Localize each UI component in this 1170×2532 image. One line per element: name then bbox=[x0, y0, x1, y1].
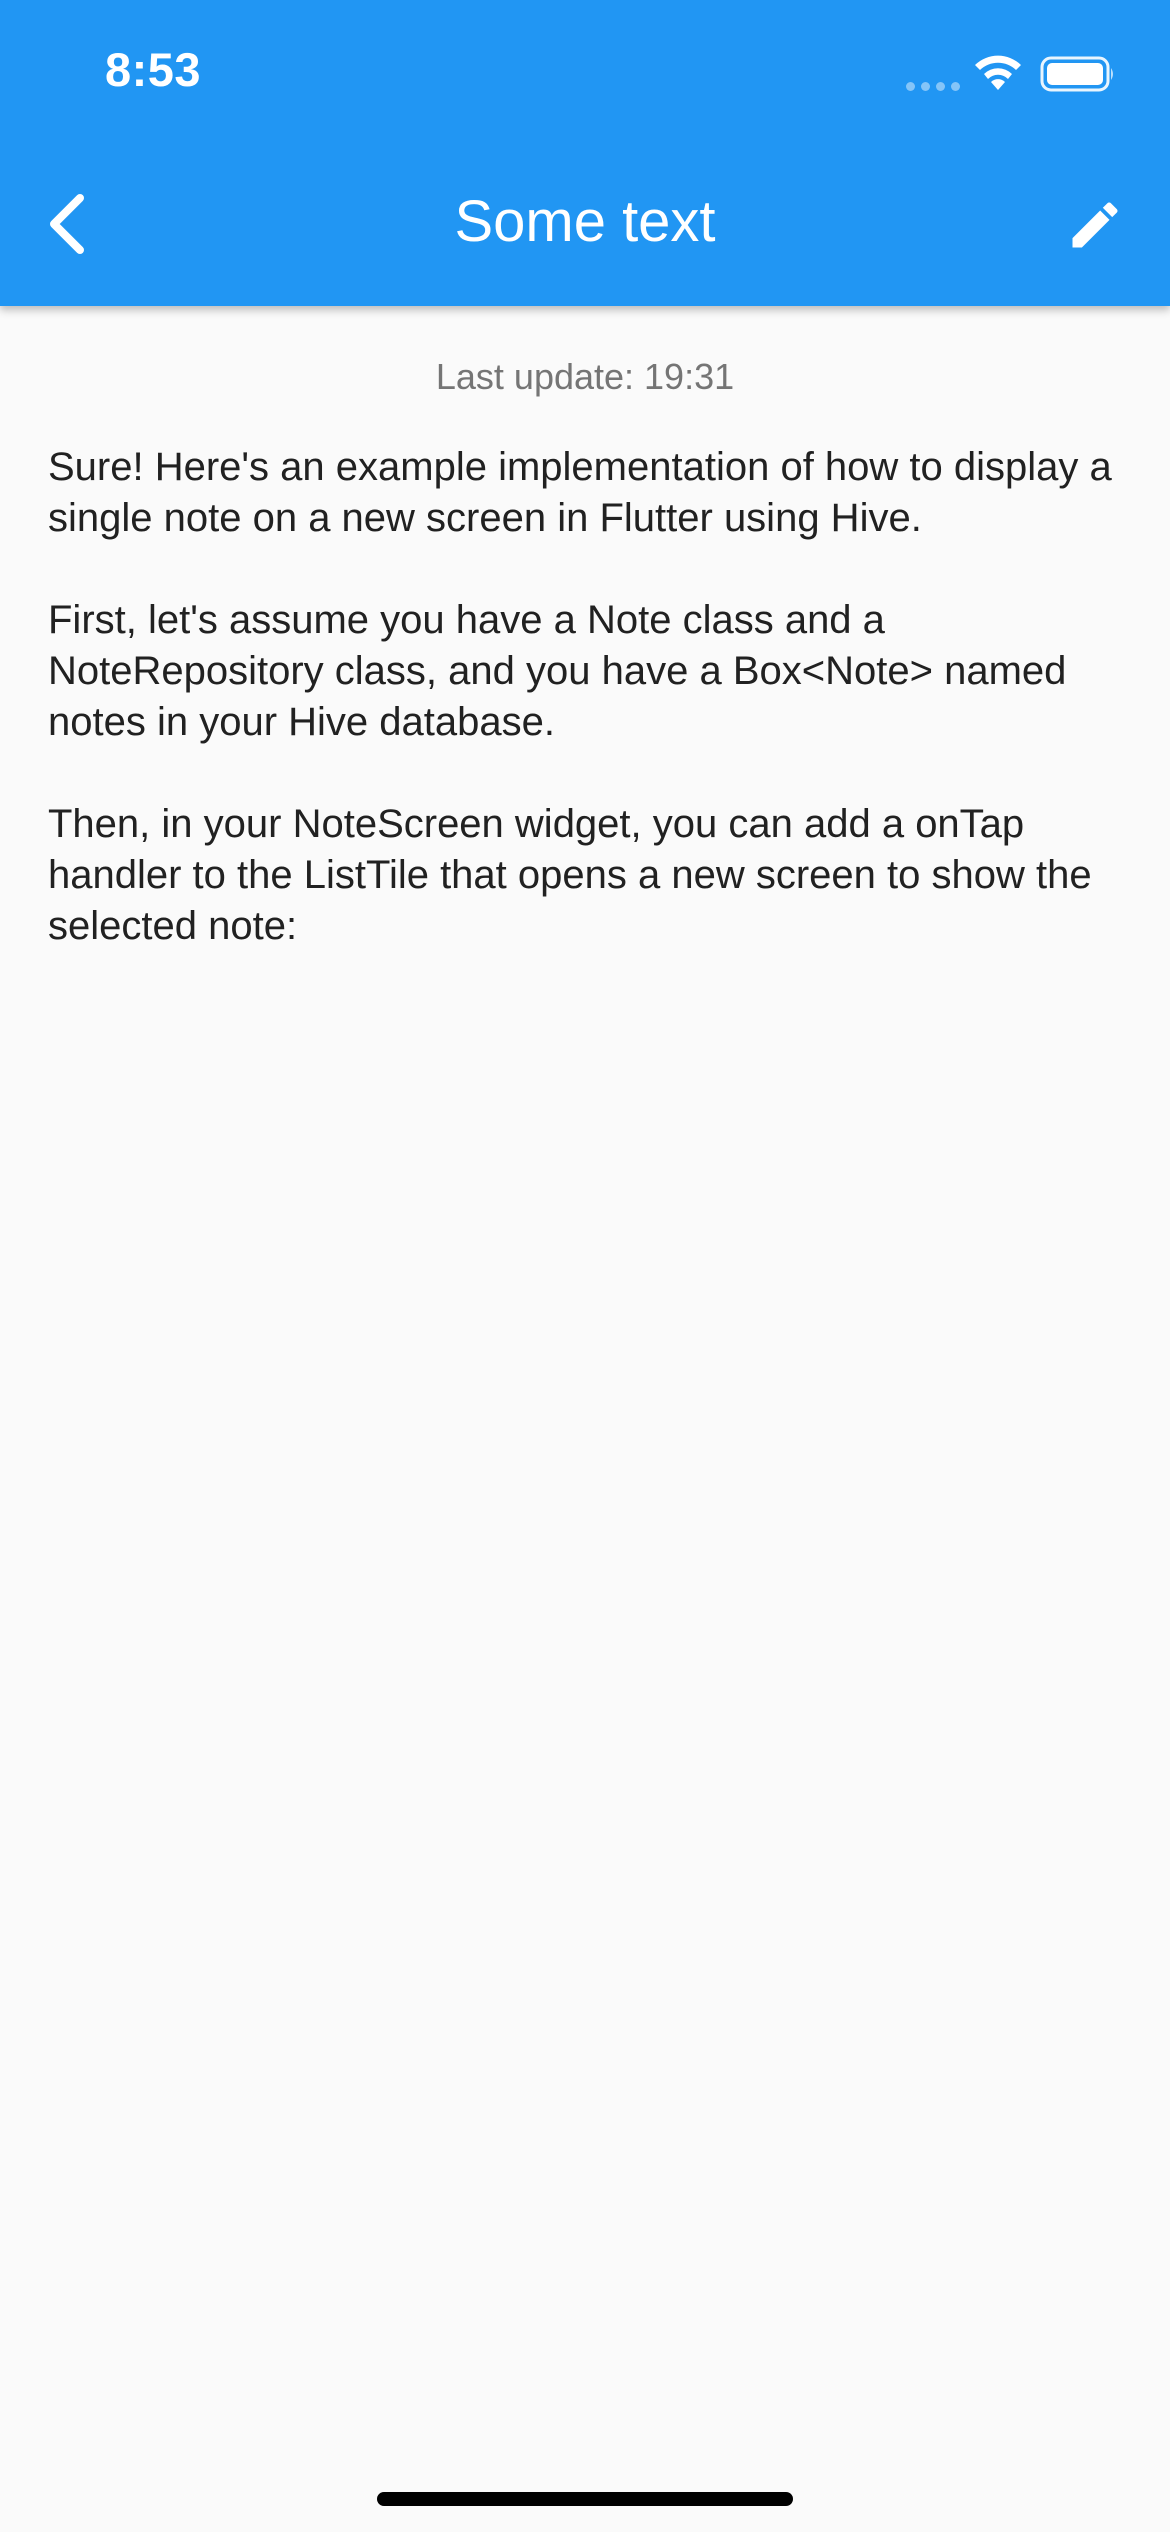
signal-icon bbox=[906, 82, 962, 92]
page-title: Some text bbox=[454, 189, 716, 254]
app-bar: 8:53 Some text bbox=[0, 0, 1170, 306]
last-update-label: Last update: 19:31 bbox=[435, 356, 735, 397]
pencil-icon bbox=[1072, 202, 1118, 248]
wifi-icon bbox=[975, 55, 1021, 90]
battery-icon bbox=[1040, 56, 1113, 92]
note-paragraph: Then, in your NoteScreen widget, you can… bbox=[48, 802, 1092, 948]
status-time: 8:53 bbox=[105, 43, 202, 96]
edit-button[interactable] bbox=[1060, 190, 1130, 260]
home-indicator[interactable] bbox=[377, 2492, 793, 2506]
note-body: Sure! Here's an example implementation o… bbox=[48, 442, 1128, 1003]
note-paragraph: Sure! Here's an example implementation o… bbox=[48, 445, 1112, 540]
note-paragraph: First, let's assume you have a Note clas… bbox=[48, 598, 1067, 744]
